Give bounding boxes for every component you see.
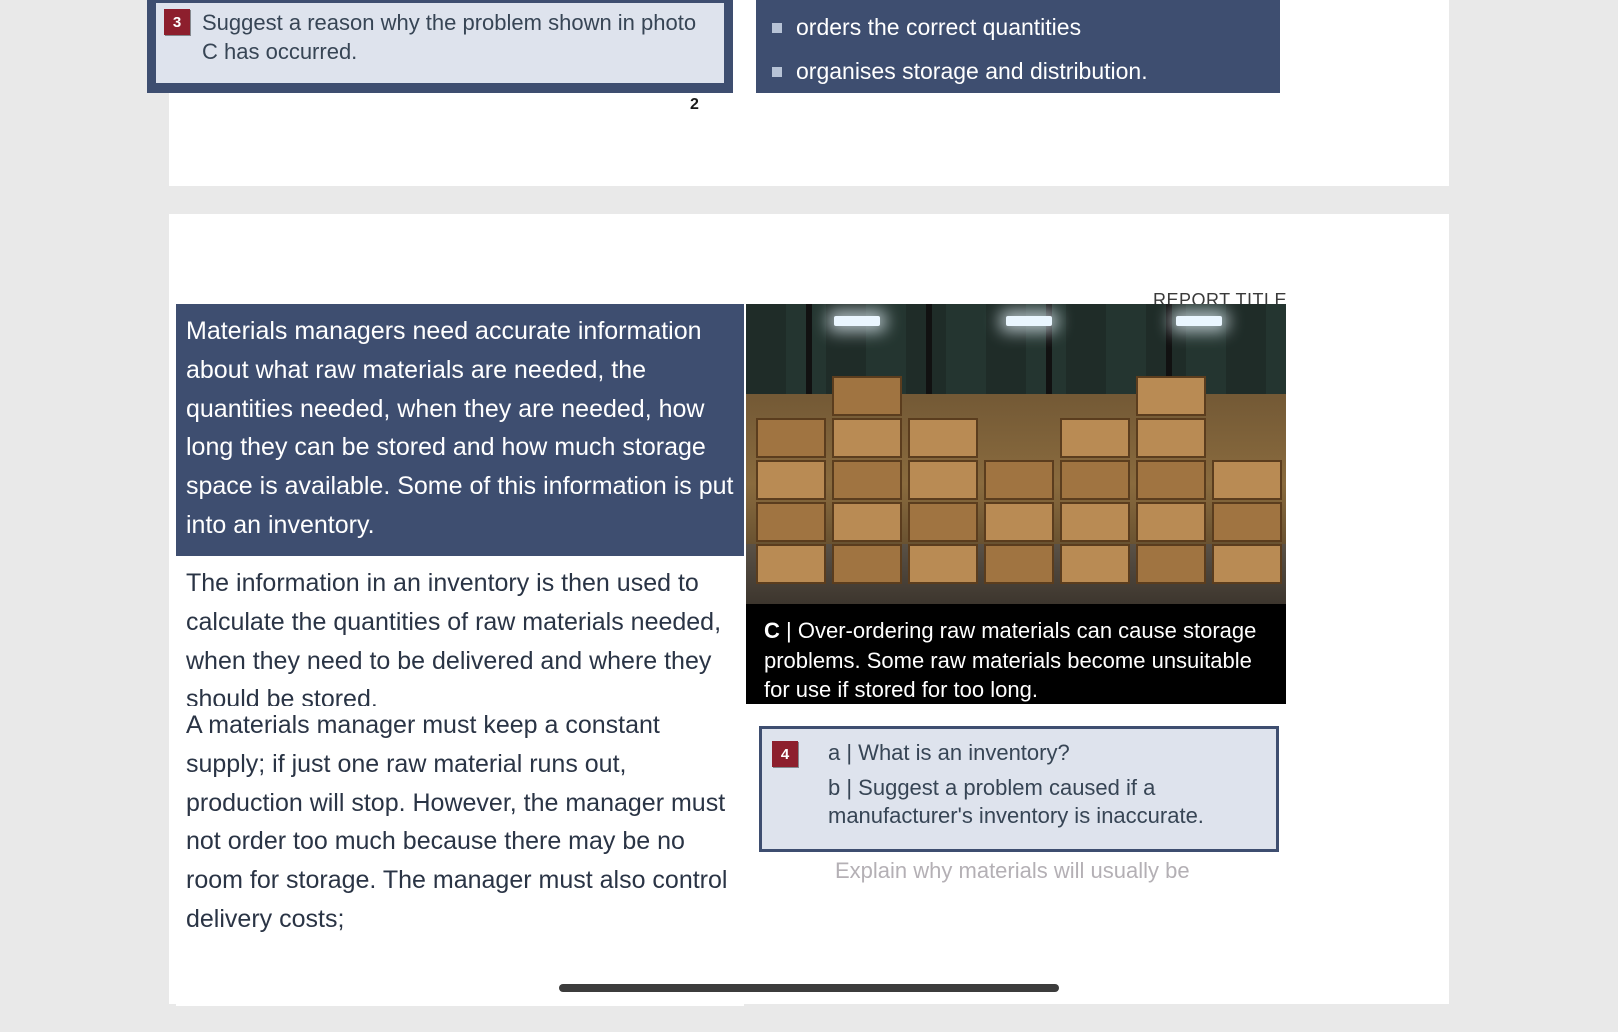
- document-page-1: orders the correct quantities organises …: [169, 0, 1449, 186]
- caption-separator: |: [780, 618, 798, 643]
- photo-caption-c: C | Over-ordering raw materials can caus…: [746, 604, 1286, 704]
- paragraph-block-3: A materials manager must keep a constant…: [176, 706, 744, 1006]
- caption-label: C: [764, 618, 780, 643]
- home-indicator-icon[interactable]: [559, 984, 1059, 992]
- left-column-card: 3 Suggest a reason why the problem shown…: [147, 0, 733, 93]
- question-text-group: a | What is an inventory? b | Suggest a …: [810, 739, 1262, 835]
- bullet-text: orders the correct quantities: [796, 6, 1081, 50]
- paragraph-block-1: Materials managers need accurate informa…: [176, 304, 744, 556]
- bullet-item: organises storage and distribution.: [772, 50, 1148, 94]
- right-column-card: orders the correct quantities organises …: [756, 0, 1280, 93]
- question-text: Suggest a reason why the problem shown i…: [202, 9, 714, 73]
- square-bullet-icon: [772, 67, 782, 77]
- page-number: 2: [690, 96, 699, 114]
- square-bullet-icon: [772, 23, 782, 33]
- document-page-2: REPORT TITLE Materials managers need acc…: [169, 214, 1449, 1004]
- question-box-3: 3 Suggest a reason why the problem shown…: [153, 0, 727, 86]
- paragraph-block-2: The information in an inventory is then …: [176, 560, 744, 706]
- question-4a-text: a | What is an inventory?: [828, 739, 1262, 768]
- bullet-item: orders the correct quantities: [772, 6, 1148, 50]
- question-box-4: 4 a | What is an inventory? b | Suggest …: [759, 726, 1279, 852]
- bullet-text: organises storage and distribution.: [796, 50, 1148, 94]
- caption-text: Over-ordering raw materials can cause st…: [764, 618, 1256, 702]
- bullet-list: orders the correct quantities organises …: [772, 6, 1148, 93]
- partial-question-5-text: Explain why materials will usually be: [835, 858, 1190, 884]
- warehouse-photo: [746, 304, 1286, 604]
- question-number-badge: 3: [164, 9, 190, 35]
- question-4b-text: b | Suggest a problem caused if a manufa…: [828, 774, 1262, 831]
- question-number-badge: 4: [772, 741, 798, 767]
